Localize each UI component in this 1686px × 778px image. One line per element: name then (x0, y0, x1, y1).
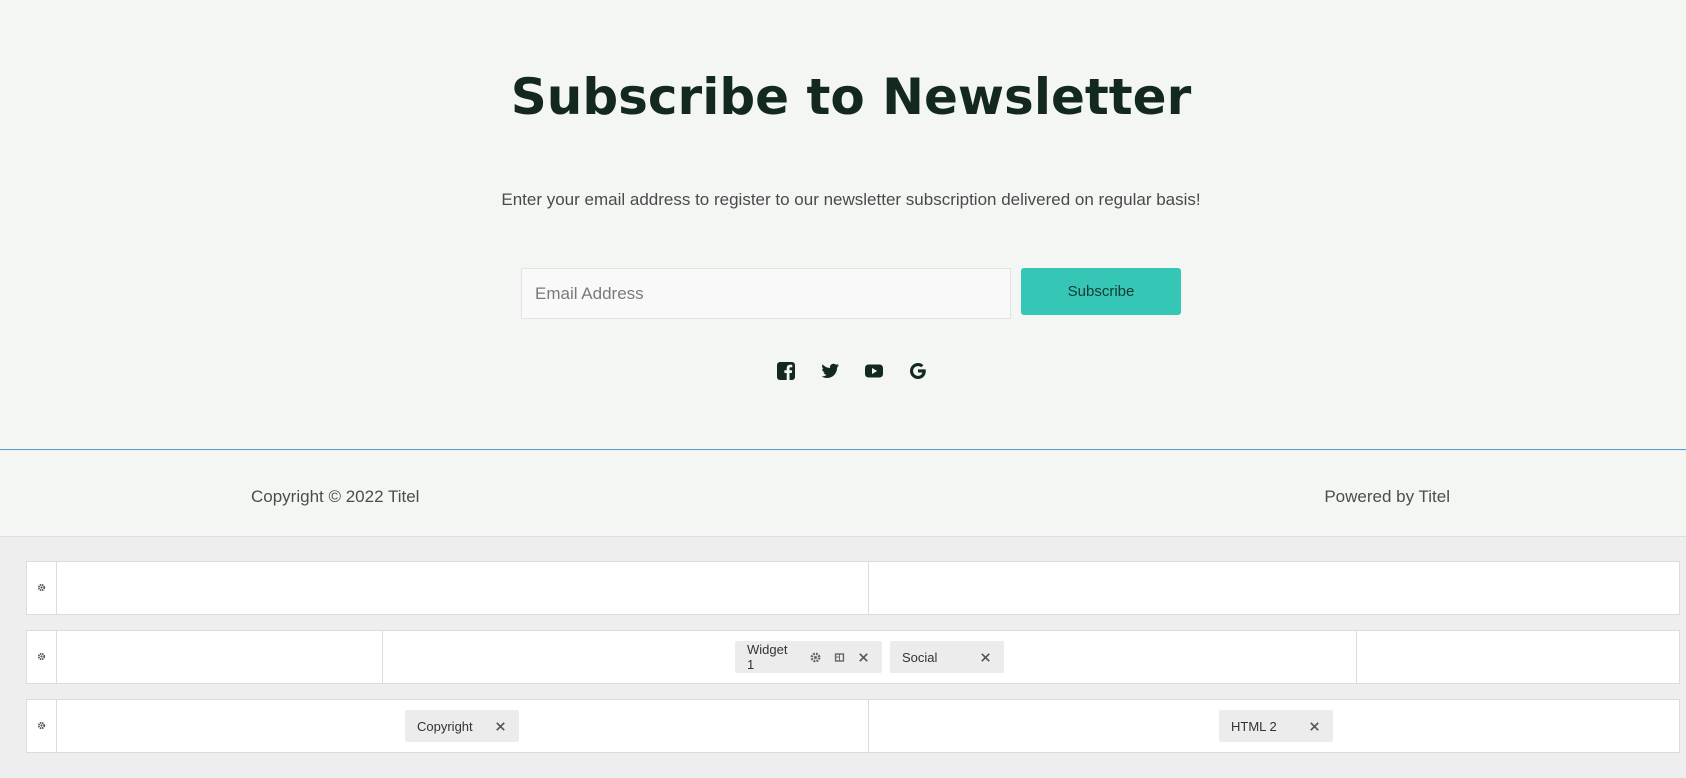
email-field[interactable] (521, 268, 1011, 319)
gear-icon[interactable] (808, 650, 822, 664)
row-settings-button[interactable] (27, 700, 57, 752)
column-divider (868, 700, 869, 752)
close-icon[interactable] (1307, 719, 1321, 733)
widget-chip-label: HTML 2 (1231, 718, 1277, 734)
facebook-icon[interactable] (775, 360, 797, 382)
builder-row-bottom[interactable]: Copyright HTML 2 (26, 699, 1680, 753)
widget-chip-label: Copyright (417, 718, 473, 734)
widget-chip-widget-1[interactable]: Widget 1 (735, 641, 882, 673)
column-divider (868, 562, 869, 614)
gear-icon (37, 648, 46, 666)
newsletter-description: Enter your email address to register to … (501, 190, 1201, 209)
google-icon[interactable] (907, 360, 929, 382)
close-icon[interactable] (493, 719, 507, 733)
builder-row-top[interactable] (26, 561, 1680, 615)
builder-row-main[interactable]: Widget 1 Social (26, 630, 1680, 684)
widget-chip-social[interactable]: Social (890, 641, 1004, 673)
column-divider (1356, 631, 1357, 683)
widget-chip-label: Social (902, 649, 938, 665)
newsletter-title: Subscribe to Newsletter (510, 68, 1192, 126)
close-icon[interactable] (856, 650, 870, 664)
widget-chip-html-2[interactable]: HTML 2 (1219, 710, 1333, 742)
widget-chip-copyright[interactable]: Copyright (405, 710, 519, 742)
row-settings-button[interactable] (27, 562, 57, 614)
gear-icon (37, 579, 46, 597)
gear-icon (37, 717, 46, 735)
newsletter-section: Subscribe to Newsletter Enter your email… (0, 0, 1686, 450)
site-footer: Copyright © 2022 Titel Powered by Titel (0, 451, 1686, 537)
social-links (775, 360, 929, 382)
copyright-text: Copyright © 2022 Titel (251, 487, 420, 506)
column-divider (382, 631, 383, 683)
close-icon[interactable] (978, 650, 992, 664)
layout-icon[interactable] (832, 650, 846, 664)
widget-chip-label: Widget 1 (747, 642, 788, 672)
row-settings-button[interactable] (27, 631, 57, 683)
twitter-icon[interactable] (819, 360, 841, 382)
subscribe-button[interactable]: Subscribe (1021, 268, 1181, 315)
youtube-icon[interactable] (863, 360, 885, 382)
powered-by-text: Powered by Titel (1324, 487, 1450, 506)
